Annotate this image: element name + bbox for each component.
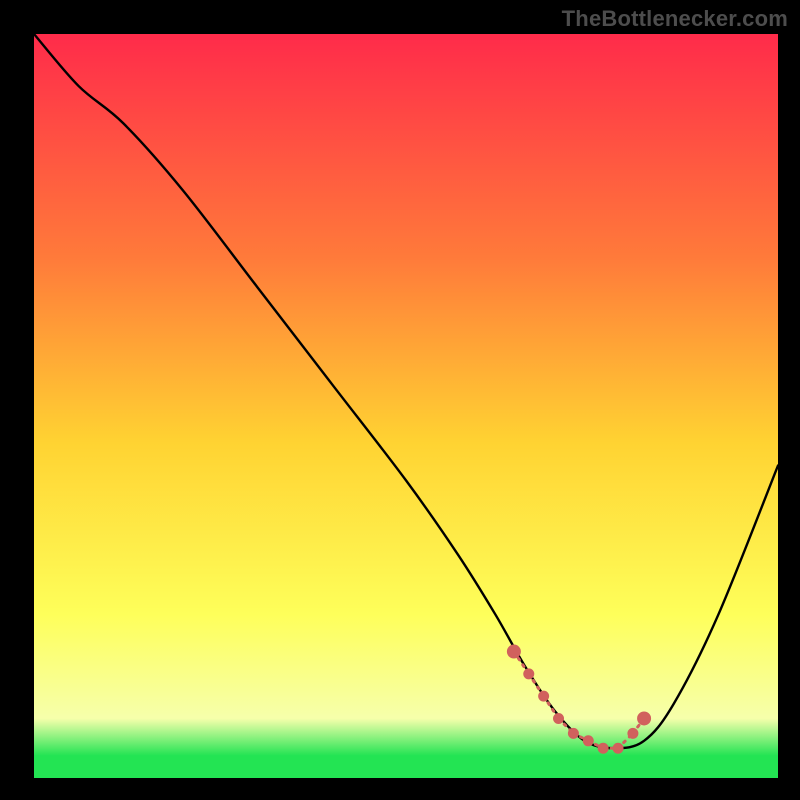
highlight-dot	[613, 743, 623, 753]
highlight-dot	[554, 713, 564, 723]
highlight-dot	[598, 743, 608, 753]
highlight-dot	[507, 645, 520, 658]
highlight-dot	[524, 669, 534, 679]
bottleneck-chart	[0, 0, 800, 800]
highlight-dot	[539, 691, 549, 701]
chart-frame: TheBottlenecker.com	[0, 0, 800, 800]
highlight-dot	[568, 728, 578, 738]
highlight-dot	[638, 712, 651, 725]
highlight-dot	[628, 728, 638, 738]
highlight-dot	[583, 736, 593, 746]
